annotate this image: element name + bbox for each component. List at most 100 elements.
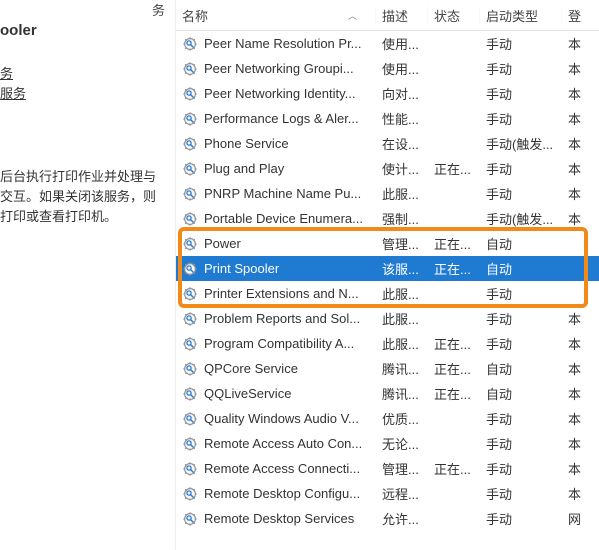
service-extra: 本: [562, 209, 582, 228]
service-desc: 向对...: [376, 84, 428, 103]
service-startup: 自动: [480, 384, 562, 403]
service-status: 正在...: [428, 259, 480, 278]
service-startup: 手动: [480, 334, 562, 353]
service-desc: 腾讯...: [376, 384, 428, 403]
service-row[interactable]: Peer Name Resolution Pr...使用...手动本: [176, 31, 599, 56]
service-name: PNRP Machine Name Pu...: [204, 186, 361, 201]
column-header-name[interactable]: 名称 ︿: [176, 6, 376, 25]
service-extra: 本: [562, 459, 582, 478]
service-icon: [182, 461, 198, 477]
service-icon: [182, 436, 198, 452]
service-extra: 本: [562, 409, 582, 428]
column-header-description[interactable]: 描述: [376, 6, 428, 25]
stop-service-link[interactable]: 务: [0, 65, 13, 83]
service-extra: 本: [562, 134, 582, 153]
column-header-label: 名称: [182, 6, 208, 25]
service-row[interactable]: Phone Service在设...手动(触发...本: [176, 131, 599, 156]
service-row[interactable]: Quality Windows Audio V...优质...手动本: [176, 406, 599, 431]
service-extra: 本: [562, 84, 582, 103]
service-row[interactable]: Peer Networking Groupi...使用...手动本: [176, 56, 599, 81]
service-extra: 本: [562, 159, 582, 178]
service-row[interactable]: Plug and Play使计...正在...手动本: [176, 156, 599, 181]
service-name: QPCore Service: [204, 361, 298, 376]
service-name: Portable Device Enumera...: [204, 211, 363, 226]
service-extra: 本: [562, 59, 582, 78]
service-extra: 本: [562, 184, 582, 203]
service-extra: 本: [562, 334, 582, 353]
service-details-panel: 务 ooler 务 服务 后台执行打印作业并处理与 交互。如果关闭该服务，则 打…: [0, 0, 176, 550]
service-row[interactable]: Performance Logs & Aler... 性能... 手动本: [176, 106, 599, 131]
selected-service-title: ooler: [0, 22, 37, 39]
service-icon: [182, 336, 198, 352]
service-icon: [182, 61, 198, 77]
desc-line: 后台执行打印作业并处理与: [0, 168, 156, 186]
service-row[interactable]: Remote Desktop Configu...远程...手动本: [176, 481, 599, 506]
service-name: Printer Extensions and N...: [204, 286, 359, 301]
desc-line: 打印或查看打印机。: [0, 208, 117, 226]
service-desc: 远程...: [376, 484, 428, 503]
service-startup: 手动: [480, 309, 562, 328]
sort-indicator-icon: ︿: [348, 9, 357, 22]
restart-service-link[interactable]: 服务: [0, 85, 26, 103]
service-row[interactable]: QQLiveService腾讯...正在...自动本: [176, 381, 599, 406]
service-startup: 手动: [480, 509, 562, 528]
service-icon: [182, 136, 198, 152]
service-desc: 允许...: [376, 509, 428, 528]
service-startup: 手动: [480, 109, 562, 128]
service-startup: 手动: [480, 84, 562, 103]
service-desc: 此服...: [376, 184, 428, 203]
service-name: Quality Windows Audio V...: [204, 411, 359, 426]
service-desc: 该服...: [376, 259, 428, 278]
service-icon: [182, 261, 198, 277]
service-row[interactable]: Portable Device Enumera...强制...手动(触发...本: [176, 206, 599, 231]
service-name: Peer Networking Groupi...: [204, 61, 354, 76]
service-status: 正在...: [428, 234, 480, 253]
service-row[interactable]: PNRP Machine Name Pu... 此服... 手动本: [176, 181, 599, 206]
service-name: Performance Logs & Aler...: [204, 111, 359, 126]
service-icon: [182, 111, 198, 127]
service-icon: [182, 161, 198, 177]
service-desc: 性能...: [376, 109, 428, 128]
service-extra: 网: [562, 509, 582, 528]
service-desc: 使计...: [376, 159, 428, 178]
service-status: 正在...: [428, 159, 480, 178]
service-row[interactable]: Remote Access Auto Con...无论...手动本: [176, 431, 599, 456]
service-desc: 管理...: [376, 459, 428, 478]
service-extra: 本: [562, 309, 582, 328]
service-startup: 手动: [480, 484, 562, 503]
partial-text: 务: [152, 0, 165, 19]
services-list-panel: 名称 ︿ 描述 状态 启动类型 登 Peer Name Resolution P…: [176, 0, 599, 550]
service-desc: 使用...: [376, 34, 428, 53]
services-rows: Peer Name Resolution Pr...使用...手动本Peer N…: [176, 31, 599, 531]
column-header-startup[interactable]: 启动类型: [480, 6, 562, 25]
service-row[interactable]: QPCore Service腾讯...正在...自动本: [176, 356, 599, 381]
column-header-status[interactable]: 状态: [428, 6, 480, 25]
service-icon: [182, 386, 198, 402]
service-name: Power: [204, 236, 241, 251]
service-name: Remote Desktop Services: [204, 511, 354, 526]
service-desc: 此服...: [376, 284, 428, 303]
service-status: 正在...: [428, 359, 480, 378]
column-header-logon[interactable]: 登: [562, 6, 582, 25]
service-row[interactable]: Program Compatibility A...此服...正在...手动本: [176, 331, 599, 356]
service-row[interactable]: Power管理...正在...自动: [176, 231, 599, 256]
service-row[interactable]: Problem Reports and Sol...此服...手动本: [176, 306, 599, 331]
service-row[interactable]: Remote Access Connecti...管理...正在...手动本: [176, 456, 599, 481]
service-desc: 此服...: [376, 334, 428, 353]
service-row[interactable]: Remote Desktop Services 允许... 手动网: [176, 506, 599, 531]
service-status: 正在...: [428, 334, 480, 353]
service-startup: 手动: [480, 59, 562, 78]
service-desc: 管理...: [376, 234, 428, 253]
service-row[interactable]: Peer Networking Identity...向对...手动本: [176, 81, 599, 106]
service-name: Problem Reports and Sol...: [204, 311, 360, 326]
service-row[interactable]: Print Spooler该服...正在...自动: [176, 256, 599, 281]
service-startup: 手动: [480, 184, 562, 203]
service-desc: 在设...: [376, 134, 428, 153]
service-name: Plug and Play: [204, 161, 284, 176]
service-status: 正在...: [428, 459, 480, 478]
service-extra: 本: [562, 484, 582, 503]
service-row[interactable]: Printer Extensions and N...此服...手动: [176, 281, 599, 306]
service-extra: 本: [562, 109, 582, 128]
service-icon: [182, 86, 198, 102]
service-icon: [182, 286, 198, 302]
